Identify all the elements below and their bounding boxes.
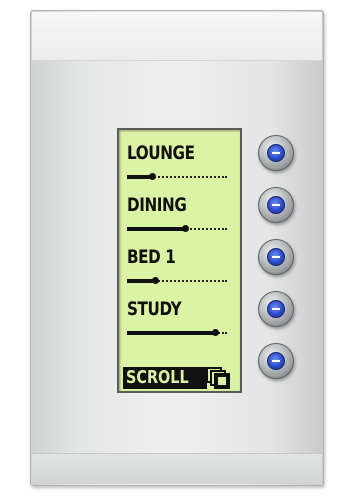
scroll-minus-button[interactable] [258,343,294,379]
level-slider-fill [127,227,185,231]
minus-icon [267,196,285,214]
minus-icon [267,300,285,318]
zone-4-minus-button[interactable] [258,291,294,327]
level-slider-fill [127,331,215,335]
zone-2-minus-button[interactable] [258,187,294,223]
scroll-label: SCROLL [126,367,189,388]
zone-study: STUDY [127,298,237,350]
level-slider-knob[interactable] [149,173,156,180]
minus-icon [267,144,285,162]
pages-icon [206,367,230,389]
panel-top-band [32,12,322,61]
zone-bed-1: BED 1 [127,246,237,298]
level-slider-knob[interactable] [212,329,219,336]
scroll-label-box: SCROLL [123,367,208,389]
lcd-display: LOUNGE DINING BED 1 STUDY SCROLL [117,128,242,393]
level-slider-fill [127,279,155,283]
minus-icon [267,352,285,370]
zone-lounge: LOUNGE [127,142,237,194]
zone-label: LOUNGE [127,142,195,164]
zone-3-minus-button[interactable] [258,239,294,275]
level-slider-knob[interactable] [152,277,159,284]
zone-label: BED 1 [127,246,176,268]
zone-dining: DINING [127,194,237,246]
panel-bottom-band [32,453,322,484]
minus-icon [267,248,285,266]
level-slider-knob[interactable] [182,225,189,232]
zone-1-minus-button[interactable] [258,135,294,171]
scroll-control[interactable]: SCROLL [123,367,235,389]
zone-label: DINING [127,194,187,216]
zone-label: STUDY [127,298,182,320]
